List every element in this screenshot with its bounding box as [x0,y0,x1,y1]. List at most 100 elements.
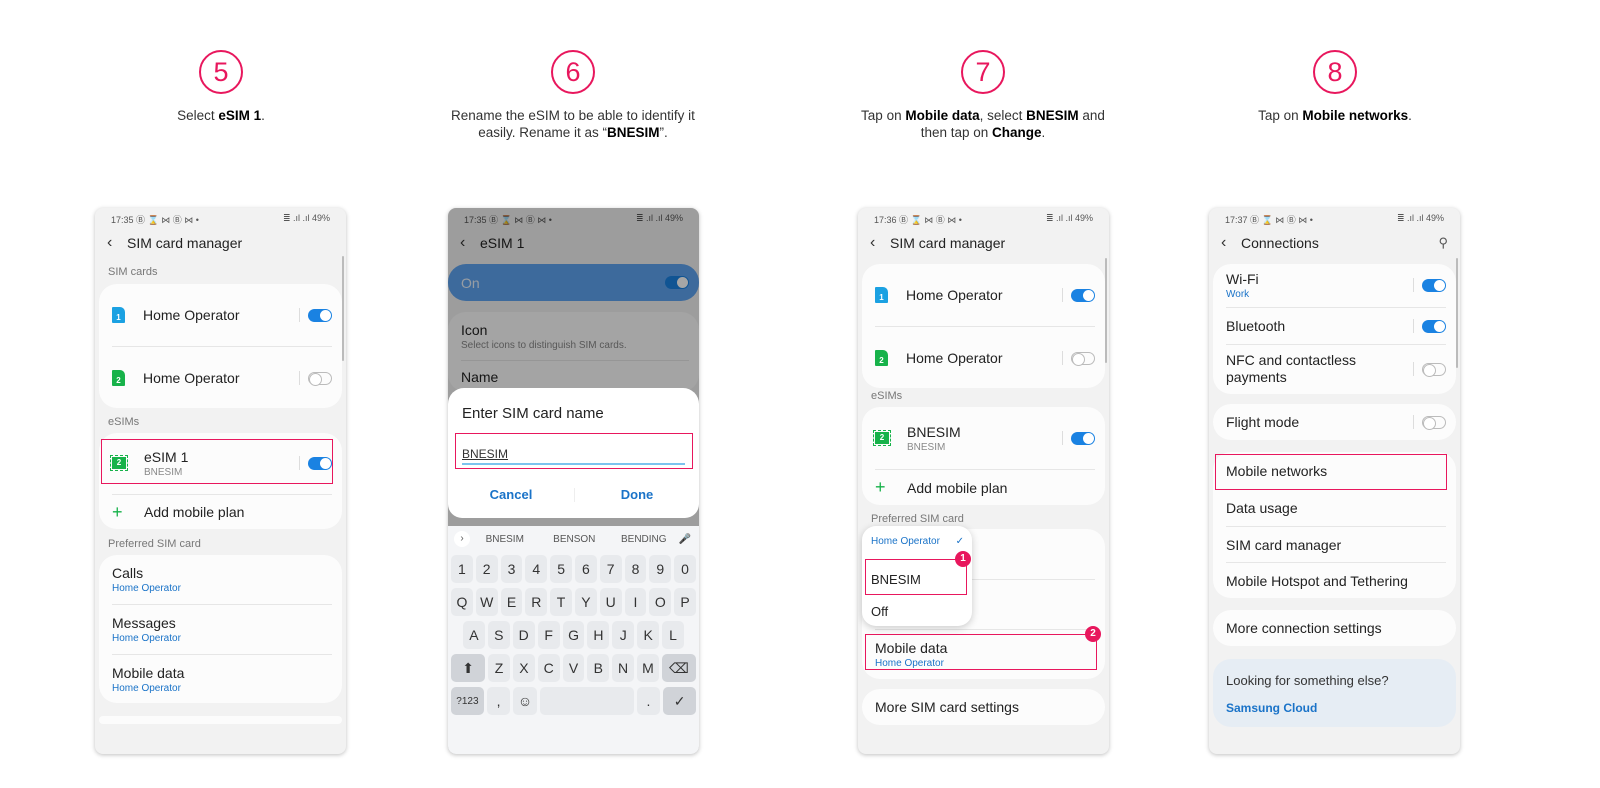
key-g[interactable]: G [562,621,585,649]
bluetooth-toggle[interactable] [1422,319,1446,333]
key-6[interactable]: 6 [574,555,597,583]
microphone-icon[interactable]: 🎤 [679,534,691,545]
bluetooth-row[interactable]: Bluetooth [1213,308,1456,344]
more-sim-settings-button[interactable]: More SIM card settings [862,689,1105,725]
sim-card-row[interactable]: 1 Home Operator [862,264,1105,326]
done-button[interactable]: Done [574,487,699,502]
key-q[interactable]: Q [451,588,473,616]
more-connection-settings-button[interactable]: More connection settings [1213,610,1456,646]
esim-row[interactable]: 2 BNESIM BNESIM [862,407,1105,469]
symbols-key[interactable]: ?123 [451,687,484,715]
key-f[interactable]: F [537,621,560,649]
key-e[interactable]: E [500,588,523,616]
divider [299,308,300,322]
key-3[interactable]: 3 [500,555,523,583]
plus-icon: + [875,477,886,497]
suggestion[interactable]: BENSON [540,534,610,545]
nfc-toggle[interactable] [1422,362,1446,377]
divider [299,371,300,385]
key-i[interactable]: I [624,588,647,616]
key-s[interactable]: S [487,621,510,649]
key-m[interactable]: M [637,654,659,682]
key-x[interactable]: X [512,654,535,682]
space-key[interactable] [539,687,634,715]
sim-card-icon: 2 [875,350,888,366]
expand-icon[interactable]: › [454,531,470,547]
wifi-row[interactable]: Wi-Fi Work [1213,264,1456,306]
key-o[interactable]: O [649,588,672,616]
key-v[interactable]: V [562,654,585,682]
sim-card-row[interactable]: 1 Home Operator [99,284,342,346]
emoji-key[interactable]: ☺ [513,687,537,715]
dropdown-selected[interactable]: Home Operator ✓ [871,536,964,547]
divider [1062,351,1063,365]
comma-key[interactable]: , [486,687,511,715]
key-z[interactable]: Z [488,654,510,682]
key-w[interactable]: W [475,588,498,616]
menu-hotspot-tethering[interactable]: Mobile Hotspot and Tethering [1213,563,1456,598]
key-p[interactable]: P [674,588,696,616]
back-arrow-icon[interactable]: ‹ [870,234,890,252]
samsung-cloud-link[interactable]: Samsung Cloud [1226,701,1317,715]
key-5[interactable]: 5 [550,555,572,583]
back-arrow-icon[interactable]: ‹ [1221,234,1241,252]
sim-toggle[interactable] [308,371,332,386]
shift-key[interactable]: ⬆ [451,654,486,682]
key-j[interactable]: J [612,621,635,649]
preferred-mobile-data-row[interactable]: Mobile data Home Operator [99,655,342,704]
nfc-row[interactable]: NFC and contactless payments [1213,345,1456,393]
key-2[interactable]: 2 [475,555,498,583]
section-label-sim-cards: SIM cards [108,266,158,278]
key-l[interactable]: L [662,621,685,649]
row-title: Bluetooth [1226,318,1286,334]
key-a[interactable]: A [463,621,485,649]
wifi-toggle[interactable] [1422,278,1446,292]
key-c[interactable]: C [537,654,560,682]
backspace-key[interactable]: ⌫ [661,654,696,682]
key-n[interactable]: N [612,654,635,682]
sim-name: Home Operator [143,370,240,386]
add-mobile-plan-button[interactable]: + Add mobile plan [862,470,1105,505]
enter-key[interactable]: ✓ [663,687,696,715]
flight-mode-toggle[interactable] [1422,415,1446,430]
key-9[interactable]: 9 [649,555,672,583]
key-0[interactable]: 0 [674,555,696,583]
key-1[interactable]: 1 [451,555,473,583]
key-u[interactable]: U [599,588,622,616]
sim-toggle[interactable] [308,308,332,322]
search-icon[interactable]: ⚲ [1438,235,1448,251]
menu-data-usage[interactable]: Data usage [1213,490,1456,526]
key-4[interactable]: 4 [525,555,548,583]
row-title: SIM card manager [1226,536,1342,553]
scrollbar[interactable] [342,256,344,361]
scrollbar[interactable] [1456,258,1458,368]
key-d[interactable]: D [512,621,535,649]
flight-mode-row[interactable]: Flight mode [1213,404,1456,440]
preferred-calls-row[interactable]: Calls Home Operator [99,555,342,604]
key-k[interactable]: K [637,621,660,649]
suggestion[interactable]: BNESIM [470,534,540,545]
key-t[interactable]: T [550,588,572,616]
dropdown-option-off[interactable]: Off [871,604,888,619]
key-h[interactable]: H [587,621,610,649]
key-r[interactable]: R [525,588,548,616]
back-arrow-icon[interactable]: ‹ [107,234,127,252]
key-7[interactable]: 7 [599,555,622,583]
suggestion[interactable]: BENDING [609,534,679,545]
sim-card-row[interactable]: 2 Home Operator [862,327,1105,389]
esim-toggle[interactable] [1071,431,1095,445]
key-b[interactable]: B [587,654,610,682]
row-value: Home Operator [112,583,181,594]
sim-card-row[interactable]: 2 Home Operator [99,347,342,409]
menu-sim-card-manager[interactable]: SIM card manager [1213,527,1456,562]
preferred-messages-row[interactable]: Messages Home Operator [99,605,342,654]
sim-toggle[interactable] [1071,351,1095,366]
sim-toggle[interactable] [1071,288,1095,302]
signal-battery-icons: ≣ .ıl .ıl 49% [1045,213,1093,223]
key-8[interactable]: 8 [624,555,647,583]
add-mobile-plan-button[interactable]: + Add mobile plan [99,495,342,529]
cancel-button[interactable]: Cancel [448,487,574,502]
key-y[interactable]: Y [574,588,597,616]
scrollbar[interactable] [1105,258,1107,363]
period-key[interactable]: . [636,687,661,715]
